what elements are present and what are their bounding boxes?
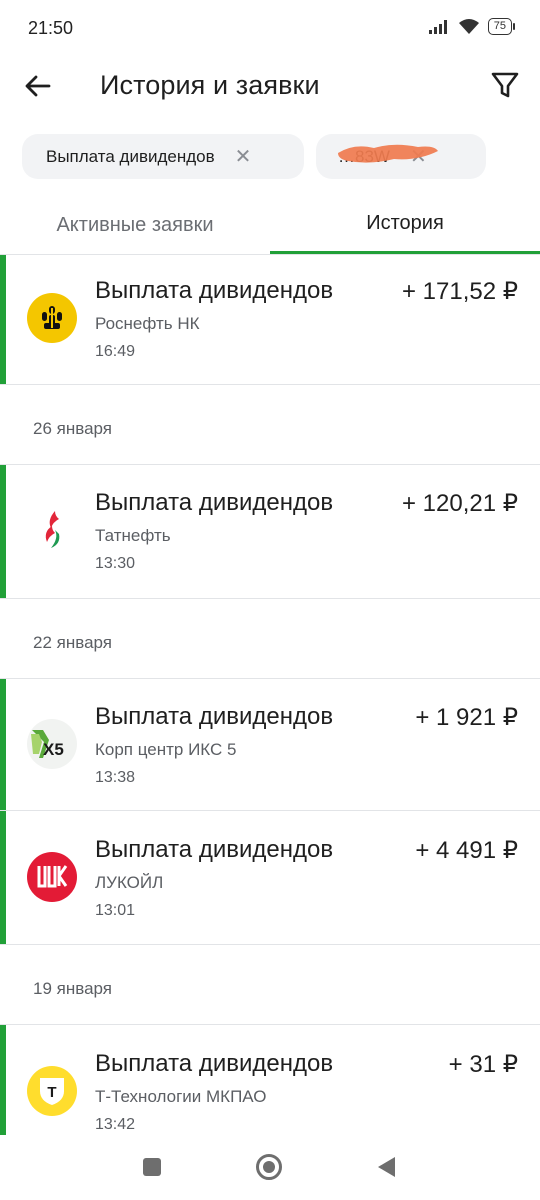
- lukoil-emblem-icon: [37, 865, 68, 888]
- battery-indicator: 75: [487, 18, 516, 35]
- close-icon[interactable]: ✕: [235, 147, 252, 167]
- operation-title: Выплата дивидендов: [95, 836, 334, 863]
- page-title: История и заявки: [100, 70, 320, 100]
- status-accent-bar: [0, 811, 6, 944]
- tabs: Активные заявки История: [0, 196, 540, 254]
- back-button[interactable]: [22, 70, 54, 102]
- operation-time: 13:30: [95, 555, 136, 572]
- filter-button[interactable]: [488, 68, 522, 102]
- x5-logo: X5: [27, 719, 77, 769]
- status-icons: 75: [428, 18, 516, 35]
- operation-company: ЛУКОЙЛ: [95, 873, 164, 892]
- lukoil-logo: [27, 852, 77, 902]
- filter-icon: [491, 72, 519, 98]
- status-accent-bar: [0, 465, 6, 598]
- tatneft-flame-icon: [45, 511, 60, 548]
- filter-chip-account[interactable]: …83W ✕: [316, 134, 486, 179]
- system-nav-bar: [0, 1136, 540, 1200]
- tab-active-requests[interactable]: Активные заявки: [0, 196, 270, 254]
- status-bar: 21:50 75: [0, 0, 540, 56]
- operation-title: Выплата дивидендов: [95, 489, 334, 516]
- status-time: 21:50: [28, 18, 74, 38]
- operation-amount: + 4 491 ₽: [415, 837, 518, 864]
- filter-chip-dividends[interactable]: Выплата дивидендов ✕: [22, 134, 304, 179]
- recents-square-icon: [143, 1158, 161, 1176]
- operation-amount: + 1 921 ₽: [415, 704, 518, 731]
- filter-chips: Выплата дивидендов ✕ …83W ✕: [22, 134, 518, 179]
- home-circle-icon: [256, 1154, 282, 1180]
- app-bar: История и заявки: [0, 56, 540, 116]
- t-technologies-logo: Т: [27, 1066, 77, 1116]
- recents-button[interactable]: [137, 1152, 167, 1182]
- operation-time: 13:01: [95, 902, 136, 919]
- operation-title: Выплата дивидендов: [95, 277, 334, 304]
- operation-company: Роснефть НК: [95, 314, 200, 333]
- tab-history[interactable]: История: [270, 196, 540, 254]
- t-shield-icon: Т: [40, 1078, 64, 1105]
- x5-logo-text: X5: [43, 740, 64, 759]
- operation-title: Выплата дивидендов: [95, 1050, 334, 1077]
- operation-row[interactable]: Выплата дивидендов Роснефть НК 16:49 + 1…: [0, 255, 540, 385]
- operation-company: Корп центр ИКС 5: [95, 740, 237, 759]
- x5-emblem-icon: X5: [31, 730, 64, 759]
- operation-time: 13:38: [95, 769, 136, 786]
- status-accent-bar: [0, 1025, 6, 1135]
- arrow-left-icon: [25, 75, 51, 97]
- redaction-scribble: [338, 144, 438, 163]
- status-accent-bar: [0, 255, 6, 384]
- signal-icon: [428, 19, 447, 34]
- date-header: 19 января: [0, 945, 540, 1025]
- operation-row[interactable]: X5 Выплата дивидендов Корп центр ИКС 5 1…: [0, 679, 540, 811]
- operation-title: Выплата дивидендов: [95, 703, 334, 730]
- operation-row[interactable]: Выплата дивидендов Татнефть 13:30 + 120,…: [0, 465, 540, 599]
- operation-time: 13:42: [95, 1116, 136, 1133]
- back-nav-button[interactable]: [372, 1152, 402, 1182]
- date-header: 26 января: [0, 385, 540, 465]
- operation-row[interactable]: Т Выплата дивидендов Т-Технологии МКПАО …: [0, 1025, 540, 1135]
- rosneft-logo: [27, 293, 77, 343]
- operations-feed[interactable]: Выплата дивидендов Роснефть НК 16:49 + 1…: [0, 255, 540, 1135]
- t-logo-text: Т: [47, 1084, 56, 1101]
- operation-amount: + 171,52 ₽: [401, 278, 518, 305]
- home-button[interactable]: [254, 1152, 284, 1182]
- filter-chip-label: Выплата дивидендов: [46, 146, 215, 166]
- status-accent-bar: [0, 679, 6, 810]
- date-header: 22 января: [0, 599, 540, 679]
- rosneft-emblem-icon: [42, 306, 62, 329]
- operation-company: Татнефть: [95, 526, 171, 545]
- operation-company: Т-Технологии МКПАО: [95, 1087, 267, 1106]
- operation-time: 16:49: [95, 343, 136, 360]
- operation-amount: + 31 ₽: [448, 1051, 518, 1078]
- operation-amount: + 120,21 ₽: [401, 490, 518, 517]
- wifi-icon: [458, 19, 479, 34]
- back-triangle-icon: [378, 1157, 395, 1177]
- tatneft-logo: [27, 505, 77, 555]
- operation-row[interactable]: Выплата дивидендов ЛУКОЙЛ 13:01 + 4 491 …: [0, 811, 540, 945]
